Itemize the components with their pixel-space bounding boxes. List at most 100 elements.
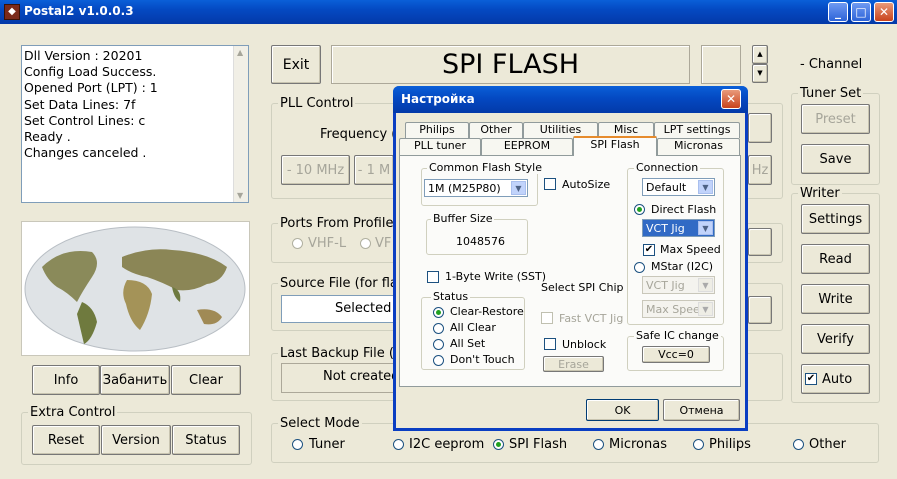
autosize-checkbox[interactable]	[544, 178, 556, 190]
status-all-clear-radio[interactable]	[433, 323, 444, 334]
buffer-size-value: 1048576	[456, 235, 505, 248]
safe-ic-label: Safe IC change	[634, 329, 721, 342]
tab-other[interactable]: Other	[469, 122, 523, 138]
mstar-device-select[interactable]: VCT Jig ▼	[642, 276, 715, 294]
status-clear-restore-radio[interactable]	[433, 307, 444, 318]
status-all-set-label: All Set	[450, 337, 486, 350]
clear-button[interactable]: Clear	[171, 365, 241, 395]
plus-mhz-button[interactable]: Hz	[748, 155, 772, 185]
tab-micronas[interactable]: Micronas	[657, 138, 740, 155]
erase-button[interactable]: Erase	[543, 356, 604, 372]
chevron-down-icon[interactable]: ▼	[698, 302, 713, 316]
mode-spi-radio[interactable]	[493, 439, 504, 450]
version-button[interactable]: Version	[101, 425, 171, 455]
tab-spi-flash[interactable]: SPI Flash	[573, 136, 657, 156]
log-box[interactable]: Dll Version : 20201 Config Load Success. O…	[21, 45, 249, 203]
mode-tuner-radio[interactable]	[292, 439, 303, 450]
save-button[interactable]: Save	[801, 144, 870, 174]
tuner-set-label: Tuner Set	[798, 86, 864, 101]
title-bar: ◆ Postal2 v1.0.0.3 _ □ ✕	[0, 0, 897, 24]
flash-style-value: 1M (M25P80)	[428, 181, 501, 195]
direct-flash-device-select[interactable]: VCT Jig ▼	[642, 219, 715, 237]
channel-down-icon[interactable]: ▼	[752, 64, 768, 83]
verify-button[interactable]: Verify	[801, 324, 870, 354]
one-byte-write-checkbox[interactable]	[427, 271, 439, 283]
channel-up-icon[interactable]: ▲	[752, 45, 768, 64]
channel-display	[701, 45, 741, 84]
mode-other-radio[interactable]	[793, 439, 804, 450]
one-byte-write-label: 1-Byte Write (SST)	[445, 270, 547, 283]
scroll-up-icon[interactable]: ▲	[237, 48, 243, 57]
log-line: Changes canceled .	[24, 145, 147, 161]
mode-i2c-radio[interactable]	[393, 439, 404, 450]
close-button[interactable]: ✕	[874, 2, 894, 22]
mstar-speed-select[interactable]: Max Speed ▼	[642, 300, 715, 318]
ok-button[interactable]: OK	[586, 399, 659, 421]
max-speed-checkbox[interactable]: ✔	[643, 244, 655, 256]
settings-dialog: Настройка ✕ Philips Other Utilities Misc…	[393, 86, 748, 431]
minus-10-mhz-button[interactable]: - 10 MHz	[281, 155, 350, 185]
pll-control-label: PLL Control	[278, 96, 356, 111]
mstar-radio[interactable]	[634, 262, 645, 273]
settings-button[interactable]: Settings	[801, 204, 870, 234]
read-button[interactable]: Read	[801, 244, 870, 274]
chevron-down-icon[interactable]: ▼	[698, 278, 713, 292]
status-all-clear-label: All Clear	[450, 321, 496, 334]
scroll-down-icon[interactable]: ▼	[237, 191, 243, 200]
minus-1-mhz-button[interactable]: - 1 M	[354, 155, 394, 185]
mode-philips-label: Philips	[709, 437, 751, 452]
tab-pll-tuner[interactable]: PLL tuner	[399, 138, 481, 155]
log-line: Set Data Lines: 7f	[24, 96, 136, 112]
mode-philips-radio[interactable]	[693, 439, 704, 450]
vhfl-radio[interactable]	[292, 238, 303, 249]
direct-flash-label: Direct Flash	[651, 203, 717, 216]
pll-side-button[interactable]	[748, 113, 772, 143]
vhfl-label: VHF-L	[308, 236, 347, 251]
status-label: Status	[431, 290, 471, 303]
log-line: Opened Port (LPT) : 1	[24, 80, 158, 96]
unblock-checkbox[interactable]	[544, 338, 556, 350]
mode-title-display: SPI FLASH	[331, 45, 690, 84]
reset-button[interactable]: Reset	[32, 425, 100, 455]
tab-eeprom[interactable]: EEPROM	[481, 138, 573, 155]
flash-style-select[interactable]: 1M (M25P80) ▼	[424, 179, 528, 197]
chevron-down-icon[interactable]: ▼	[698, 180, 713, 194]
log-scrollbar[interactable]: ▲ ▼	[233, 46, 248, 202]
mstar-device-value: VCT Jig	[646, 278, 685, 292]
mode-micronas-radio[interactable]	[593, 439, 604, 450]
source-file-label: Source File (for flas	[278, 276, 407, 291]
fast-vct-jig-checkbox[interactable]	[541, 312, 553, 324]
mode-tuner-label: Tuner	[309, 437, 345, 452]
status-clear-restore-label: Clear-Restore	[450, 305, 524, 318]
preset-button[interactable]: Preset	[801, 104, 870, 134]
tab-lpt-settings[interactable]: LPT settings	[654, 122, 740, 138]
tab-philips[interactable]: Philips	[405, 122, 469, 138]
chevron-down-icon[interactable]: ▼	[698, 221, 713, 235]
write-button[interactable]: Write	[801, 284, 870, 314]
status-dont-touch-radio[interactable]	[433, 355, 444, 366]
connection-select[interactable]: Default ▼	[642, 178, 715, 196]
ports-side-button[interactable]	[748, 228, 772, 256]
minimize-button[interactable]: _	[828, 2, 848, 22]
dialog-close-button[interactable]: ✕	[721, 89, 741, 109]
last-backup-label: Last Backup File (N	[278, 346, 406, 361]
source-browse-button[interactable]	[748, 296, 772, 324]
status-button[interactable]: Status	[172, 425, 240, 455]
status-all-set-radio[interactable]	[433, 339, 444, 350]
exit-button[interactable]: Exit	[271, 45, 321, 84]
maximize-button[interactable]: □	[851, 2, 871, 22]
direct-flash-radio[interactable]	[634, 204, 645, 215]
auto-checkbox[interactable]: ✔	[805, 373, 817, 385]
log-line: Dll Version : 20201	[24, 48, 143, 63]
vhf-radio[interactable]	[360, 238, 371, 249]
buffer-size-label: Buffer Size	[431, 212, 495, 225]
chevron-down-icon[interactable]: ▼	[511, 181, 526, 195]
ban-button[interactable]: Забанить	[100, 365, 170, 395]
dialog-title: Настройка	[401, 92, 475, 106]
vcc-button[interactable]: Vcc=0	[642, 346, 710, 363]
window-title: Postal2 v1.0.0.3	[24, 4, 134, 18]
direct-flash-device-value: VCT Jig	[646, 221, 685, 235]
cancel-button[interactable]: Отмена	[663, 399, 740, 421]
info-button[interactable]: Info	[32, 365, 100, 395]
max-speed-label: Max Speed	[660, 243, 721, 256]
